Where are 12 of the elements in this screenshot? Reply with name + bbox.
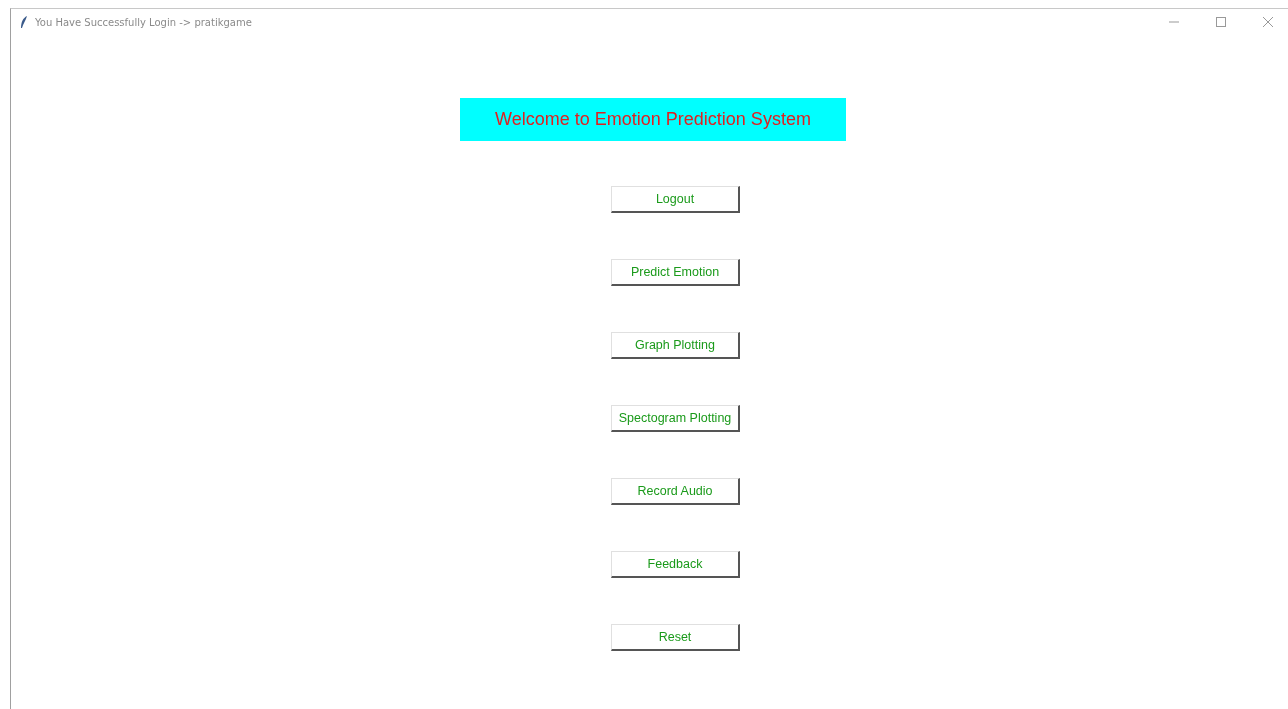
window-title: You Have Successfully Login -> pratikgame — [35, 16, 253, 28]
menu-button[interactable]: Spectogram Plotting — [611, 405, 740, 432]
feather-icon — [20, 15, 28, 29]
menu-button[interactable]: Predict Emotion — [611, 259, 740, 286]
menu-button[interactable]: Logout — [611, 186, 740, 213]
maximize-icon — [1216, 17, 1226, 27]
menu-button[interactable]: Reset — [611, 624, 740, 651]
menu-button[interactable]: Graph Plotting — [611, 332, 740, 359]
close-icon — [1263, 17, 1273, 27]
welcome-banner: Welcome to Emotion Prediction System — [460, 98, 846, 141]
menu-button[interactable]: Feedback — [611, 551, 740, 578]
menu-button[interactable]: Record Audio — [611, 478, 740, 505]
